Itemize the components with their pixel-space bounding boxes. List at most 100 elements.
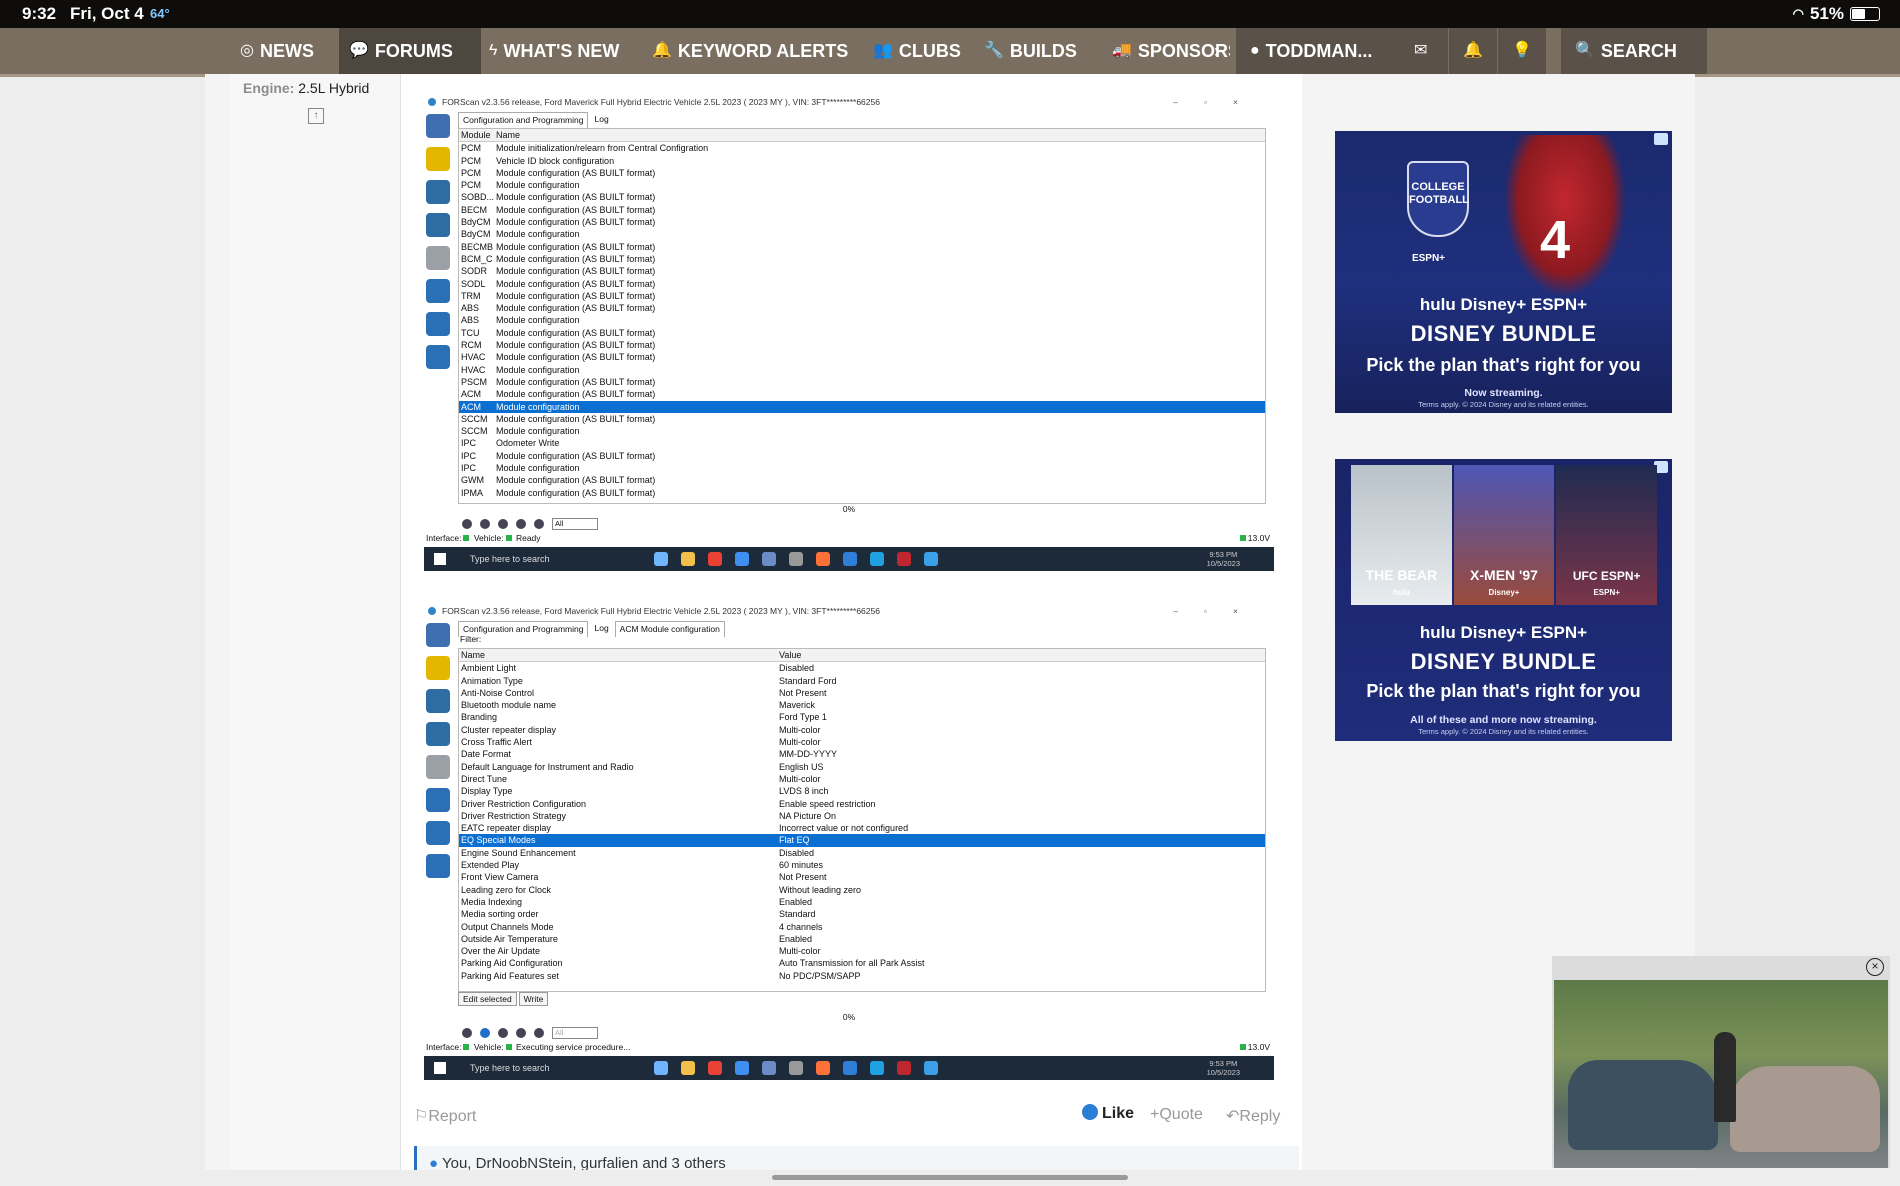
- play-icon[interactable]: [462, 1028, 472, 1038]
- filter-select[interactable]: All: [552, 1027, 598, 1039]
- list-item[interactable]: IPC Module configuration (AS BUILT format…: [459, 450, 1265, 462]
- list-item[interactable]: SODL Module configuration (AS BUILT forma…: [459, 278, 1265, 290]
- list-item[interactable]: RCM Module configuration (AS BUILT format…: [459, 339, 1265, 351]
- tab-log[interactable]: Log: [590, 621, 613, 637]
- tab-acm-config[interactable]: ACM Module configuration: [614, 621, 725, 637]
- mail-icon[interactable]: [735, 552, 749, 566]
- list-item[interactable]: Media sorting order Standard: [459, 908, 1265, 920]
- list-item[interactable]: Cluster repeater display Multi-color: [459, 724, 1265, 736]
- list-item[interactable]: SODR Module configuration (AS BUILT forma…: [459, 265, 1265, 277]
- list-item[interactable]: BdyCM Module configuration (AS BUILT form…: [459, 216, 1265, 228]
- list-item[interactable]: Direct Tune Multi-color: [459, 773, 1265, 785]
- list-item[interactable]: Outside Air Temperature Enabled: [459, 933, 1265, 945]
- share-up-icon[interactable]: ↑: [308, 108, 324, 124]
- reply-button[interactable]: ↶Reply: [1226, 1106, 1280, 1126]
- play-icon[interactable]: [462, 519, 472, 529]
- nav-forums[interactable]: 💬 FORUMS: [339, 28, 481, 74]
- app-icon[interactable]: [897, 1061, 911, 1075]
- list-item[interactable]: Parking Aid Configuration Auto Transmissi…: [459, 957, 1265, 969]
- calculator-icon[interactable]: [762, 552, 776, 566]
- app-icon[interactable]: [897, 552, 911, 566]
- app-icon[interactable]: [789, 552, 803, 566]
- list-item[interactable]: TRM Module configuration (AS BUILT format…: [459, 290, 1265, 302]
- explorer-icon[interactable]: [681, 552, 695, 566]
- list-item[interactable]: Date Format MM-DD-YYYY: [459, 748, 1265, 760]
- list-item[interactable]: Ambient Light Disabled: [459, 662, 1265, 674]
- list-item[interactable]: BCM_C Module configuration (AS BUILT form…: [459, 253, 1265, 265]
- windows-start-icon[interactable]: [434, 553, 446, 565]
- list-item[interactable]: Output Channels Mode 4 channels: [459, 921, 1265, 933]
- forscan-screenshot-1[interactable]: FORScan v2.3.56 release, Ford Maverick F…: [424, 92, 1274, 572]
- firefox-icon[interactable]: [816, 552, 830, 566]
- list-item[interactable]: PCM Module configuration (AS BUILT format…: [459, 167, 1265, 179]
- list-item[interactable]: Parking Aid Features set No PDC/PSM/SAPP: [459, 970, 1265, 982]
- mail-icon[interactable]: [735, 1061, 749, 1075]
- chrome-icon[interactable]: [708, 552, 722, 566]
- list-item[interactable]: Branding Ford Type 1: [459, 711, 1265, 723]
- like-button[interactable]: Like: [1082, 1104, 1134, 1123]
- nav-sponsors[interactable]: 🚚 SPONSORS: [1112, 28, 1230, 74]
- list-item[interactable]: Default Language for Instrument and Radi…: [459, 761, 1265, 773]
- pause-icon[interactable]: [516, 1028, 526, 1038]
- stop-icon[interactable]: [480, 1028, 490, 1038]
- list-item[interactable]: Display Type LVDS 8 inch: [459, 785, 1265, 797]
- nav-scroll-right[interactable]: ›: [1214, 28, 1220, 74]
- pause-icon[interactable]: [516, 519, 526, 529]
- tab-config[interactable]: Configuration and Programming: [458, 112, 589, 128]
- windows-start-icon[interactable]: [434, 1062, 446, 1074]
- nav-whatsnew-bulb[interactable]: 💡: [1498, 28, 1546, 74]
- ad-disney-bundle-1[interactable]: COLLEGE FOOTBALL ESPN+ 4 hulu Disney+ ES…: [1335, 131, 1672, 413]
- ie-icon[interactable]: [843, 552, 857, 566]
- save-icon[interactable]: [534, 519, 544, 529]
- list-item[interactable]: Leading zero for Clock Without leading ze…: [459, 884, 1265, 896]
- taskbar-search[interactable]: Type here to search: [458, 547, 610, 571]
- list-item[interactable]: Cross Traffic Alert Multi-color: [459, 736, 1265, 748]
- nav-inbox[interactable]: ✉: [1400, 28, 1448, 74]
- list-item[interactable]: TCU Module configuration (AS BUILT format…: [459, 327, 1265, 339]
- firefox-icon[interactable]: [816, 1061, 830, 1075]
- nav-news[interactable]: ◎ NEWS: [240, 28, 314, 74]
- edge-icon[interactable]: [870, 552, 884, 566]
- list-item[interactable]: PSCM Module configuration (AS BUILT forma…: [459, 376, 1265, 388]
- floating-video-player[interactable]: ×: [1552, 956, 1890, 1168]
- tab-log[interactable]: Log: [590, 112, 613, 128]
- forscan-taskbar-icon[interactable]: [924, 552, 938, 566]
- list-item[interactable]: GWM Module configuration (AS BUILT format…: [459, 474, 1265, 486]
- list-item[interactable]: PCM Module initialization/relearn from Ce…: [459, 142, 1265, 154]
- nav-user[interactable]: ● TODDMAN...: [1236, 28, 1414, 74]
- video-frame[interactable]: [1554, 980, 1888, 1168]
- write-button[interactable]: Write: [518, 992, 549, 1006]
- forscan-taskbar-icon[interactable]: [924, 1061, 938, 1075]
- nav-keyword-alerts[interactable]: 🔔 KEYWORD ALERTS: [652, 28, 848, 74]
- list-item[interactable]: Engine Sound Enhancement Disabled: [459, 847, 1265, 859]
- list-item[interactable]: HVAC Module configuration: [459, 364, 1265, 376]
- calculator-icon[interactable]: [762, 1061, 776, 1075]
- list-item[interactable]: SCCM Module configuration: [459, 425, 1265, 437]
- taskbar-search[interactable]: Type here to search: [458, 1056, 610, 1080]
- nav-clubs[interactable]: 👥 CLUBS: [873, 28, 961, 74]
- list-item[interactable]: Front View Camera Not Present: [459, 871, 1265, 883]
- list-item[interactable]: Over the Air Update Multi-color: [459, 945, 1265, 957]
- report-link[interactable]: ⚐Report: [414, 1106, 476, 1126]
- quote-button[interactable]: +Quote: [1150, 1106, 1203, 1124]
- list-item[interactable]: SCCM Module configuration (AS BUILT forma…: [459, 413, 1265, 425]
- stop-icon[interactable]: [480, 519, 490, 529]
- list-item[interactable]: Anti-Noise Control Not Present: [459, 687, 1265, 699]
- taskview-icon[interactable]: [654, 1061, 668, 1075]
- nav-search[interactable]: 🔍 SEARCH: [1561, 28, 1707, 74]
- list-item[interactable]: SOBD... Module configuration (AS BUILT fo…: [459, 191, 1265, 203]
- list-item[interactable]: IPC Module configuration: [459, 462, 1265, 474]
- adchoices-icon[interactable]: [1654, 133, 1668, 145]
- list-item[interactable]: Driver Restriction Strategy NA Picture On: [459, 810, 1265, 822]
- list-item[interactable]: PCM Module configuration: [459, 179, 1265, 191]
- app-icon[interactable]: [789, 1061, 803, 1075]
- list-item[interactable]: ACM Module configuration: [459, 400, 1265, 413]
- taskview-icon[interactable]: [654, 552, 668, 566]
- nav-whats-new[interactable]: ϟ WHAT'S NEW: [489, 28, 619, 74]
- home-indicator[interactable]: [772, 1175, 1128, 1180]
- list-item[interactable]: IPC Odometer Write: [459, 437, 1265, 449]
- edit-selected-button[interactable]: Edit selected: [458, 992, 517, 1006]
- list-item[interactable]: ABS Module configuration: [459, 314, 1265, 326]
- list-item[interactable]: BECMB Module configuration (AS BUILT form…: [459, 241, 1265, 253]
- cancel-icon[interactable]: [498, 519, 508, 529]
